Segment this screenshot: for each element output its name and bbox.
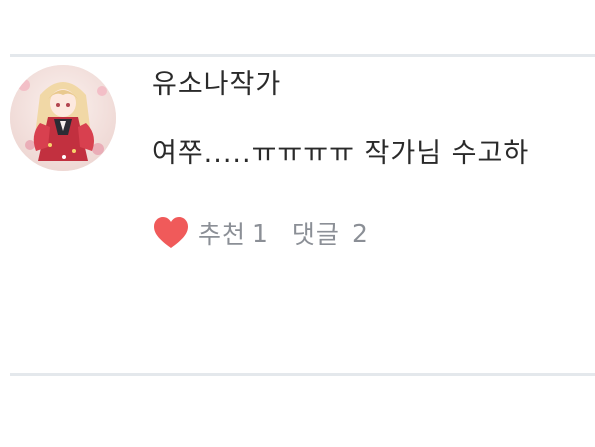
like-label: 추천 <box>198 220 247 249</box>
reply-count: 2 <box>351 218 368 248</box>
comment-actions: 추천 1 댓글 2 <box>152 213 368 253</box>
comment-text: 여쭈.....ㅠㅠㅠㅠ 작가님 수고하 <box>152 138 530 169</box>
anime-girl-avatar-icon <box>10 65 116 171</box>
reply-label: 댓글 <box>291 220 340 249</box>
bottom-divider <box>10 373 595 376</box>
reply-button[interactable]: 댓글 2 <box>292 215 368 251</box>
like-count: 1 <box>252 218 268 248</box>
top-divider <box>10 54 595 57</box>
comment-author[interactable]: 유소나작가 <box>152 68 281 102</box>
like-button[interactable]: 추천 1 <box>152 215 268 251</box>
avatar[interactable] <box>10 65 116 171</box>
heart-icon[interactable] <box>152 215 190 251</box>
